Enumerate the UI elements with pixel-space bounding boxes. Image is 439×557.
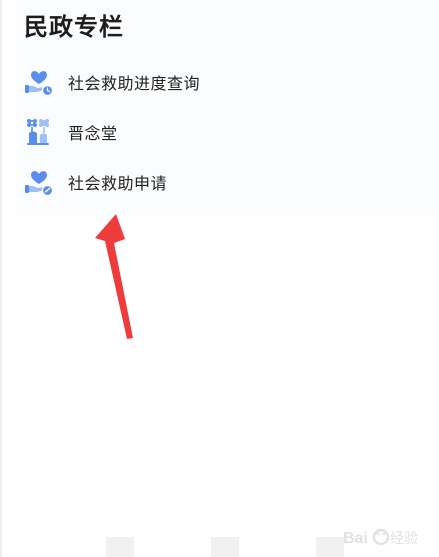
baidu-jingyan-watermark: Bai 经验 [343, 519, 433, 553]
list-item-relief-progress[interactable]: 社会救助进度查询 [16, 57, 396, 107]
bottom-placeholder [106, 537, 134, 557]
section-title: 民政专栏 [24, 13, 124, 41]
service-list: 社会救助进度查询 晋念堂 社会救助申请 [16, 57, 396, 207]
svg-text:Bai: Bai [343, 530, 368, 547]
list-item-label: 社会救助申请 [68, 174, 168, 193]
svg-text:经验: 经验 [390, 531, 418, 547]
heart-hand-clock-icon [24, 67, 54, 97]
heart-hand-check-icon [24, 167, 54, 197]
list-item-memorial-hall[interactable]: 晋念堂 [16, 107, 396, 157]
bottom-placeholder [211, 537, 239, 557]
list-item-label: 晋念堂 [68, 124, 118, 143]
list-item-label: 社会救助进度查询 [68, 74, 201, 93]
bottom-placeholder [316, 537, 344, 557]
list-item-relief-application[interactable]: 社会救助申请 [16, 157, 396, 207]
memorial-flowers-icon [24, 117, 54, 147]
left-edge [0, 0, 2, 557]
